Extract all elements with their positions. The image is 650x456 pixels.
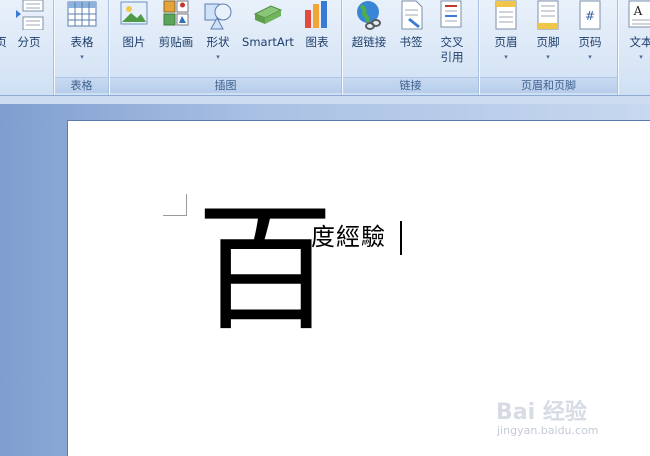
group-header-footer: 页眉 ▾ 页脚 ▾ # 页码 ▾ 页眉和页脚 [480,0,618,95]
page-break-icon [16,0,44,30]
page-number-button[interactable]: # 页码 ▾ [570,0,610,72]
crossref-button[interactable]: 交叉 引用 [431,0,473,72]
prev-partial-button[interactable]: 页 [0,0,8,72]
watermark-url: jingyan.baidu.com [497,424,599,437]
margin-corner-mark [163,194,187,216]
chevron-down-icon: ▾ [504,53,508,61]
svg-text:#: # [585,9,595,23]
bookmark-icon [401,0,423,30]
crossref-icon [440,0,462,28]
footer-icon [537,0,559,30]
page-icon [0,0,6,30]
chevron-down-icon: ▾ [639,53,643,61]
shapes-button[interactable]: 形状 ▾ [200,0,236,72]
header-icon [495,0,517,30]
group-pages: 页 分页 [0,0,54,95]
chevron-down-icon: ▾ [546,53,550,61]
page-number-icon: # [579,0,601,30]
picture-button[interactable]: 图片 [114,0,154,72]
hyperlink-button[interactable]: 超链接 [347,0,391,72]
svg-text:A: A [633,4,643,18]
group-links: 超链接 书签 交叉 引用 链接 [343,0,479,95]
chevron-down-icon: ▾ [216,53,220,61]
drop-cap[interactable]: 百 [196,195,334,345]
footer-button[interactable]: 页脚 ▾ [528,0,568,72]
chart-icon [305,1,327,28]
picture-icon [120,1,148,25]
group-label-illustrations: 插图 [110,77,341,93]
table-icon [67,1,97,27]
textbox-icon: A [628,0,650,28]
chevron-down-icon: ▾ [588,53,592,61]
watermark-logo: Bai 经验 [496,400,587,425]
bookmark-button[interactable]: 书签 [393,0,429,72]
document-text[interactable]: 度經驗 [311,222,386,252]
group-table: 表格 ▾ 表格 [55,0,109,95]
textbox-button[interactable]: A 文本 ▾ [621,0,650,72]
header-button[interactable]: 页眉 ▾ [486,0,526,72]
group-label-links: 链接 [343,77,478,93]
group-text: A 文本 ▾ [619,0,650,95]
chevron-down-icon: ▾ [80,53,84,61]
text-cursor [400,221,402,255]
globe-link-icon [357,1,381,30]
clipart-button[interactable]: 剪贴画 [154,0,198,72]
table-button[interactable]: 表格 ▾ [62,0,102,72]
page-break-button[interactable]: 分页 [12,0,46,72]
smartart-button[interactable]: SmartArt [238,0,298,72]
shapes-icon [204,3,232,30]
group-label-header-footer: 页眉和页脚 [480,77,617,93]
group-illustrations: 图片 剪贴画 形状 ▾ SmartArt 图表 插图 [110,0,342,95]
clipart-icon [163,0,189,26]
chart-button[interactable]: 图表 [299,0,335,72]
ribbon: 页 分页 表格 ▾ 表格 图片 剪贴画 形状 ▾ SmartArt 图表 插图 … [0,0,650,96]
group-label-table: 表格 [55,77,108,93]
ruler [0,96,650,104]
smartart-icon [253,5,283,24]
